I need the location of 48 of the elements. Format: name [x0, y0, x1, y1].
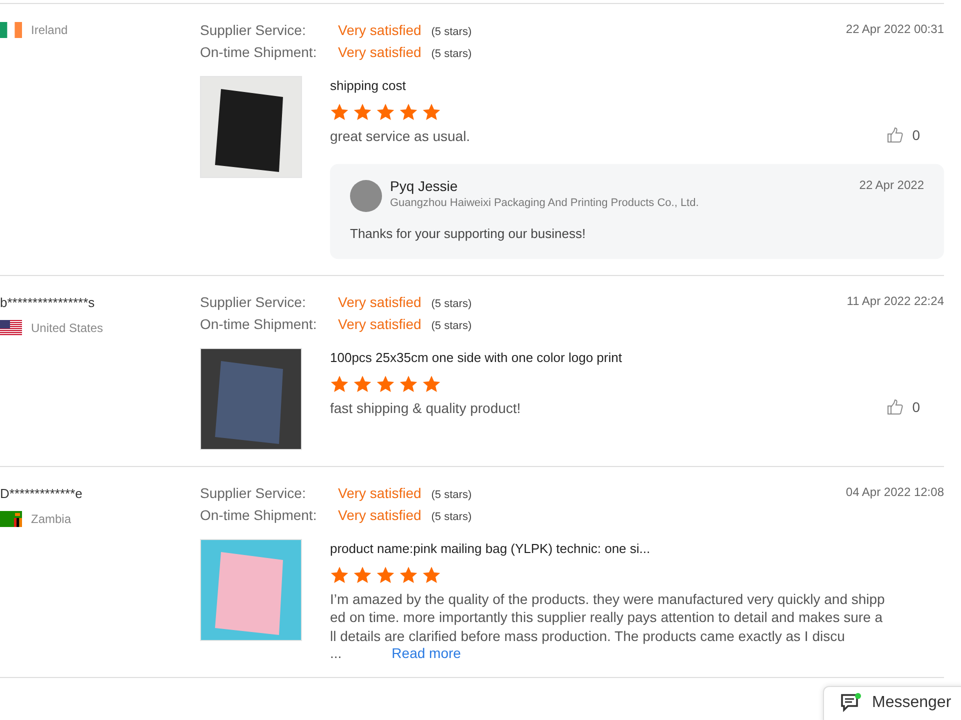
buyer-name: D*************e	[0, 484, 84, 502]
product-title: shipping cost	[330, 78, 407, 93]
review-date: 11 Apr 2022 22:24	[846, 294, 944, 308]
rating-label: On-time Shipment:	[200, 506, 318, 522]
product-photo[interactable]	[200, 76, 302, 178]
thumbs-up-icon	[887, 398, 904, 414]
rating-verdict: Very satisfied	[338, 506, 422, 522]
buyer-name: b****************s	[0, 294, 96, 312]
read-more-link[interactable]: Read more	[392, 645, 461, 661]
rating-verdict: Very satisfied	[338, 22, 422, 38]
reply-text: Thanks for your supporting our business!	[350, 226, 587, 240]
review-date: 04 Apr 2022 12:08	[846, 484, 944, 498]
rating-stars-note: (5 stars)	[431, 510, 472, 522]
rating-label: Supplier Service:	[200, 294, 307, 310]
like-button[interactable]: 0	[887, 398, 920, 414]
rating-stars-note: (5 stars)	[431, 298, 472, 310]
avatar-icon	[350, 180, 382, 212]
product-title: 100pcs 25x35cm one side with one color logo print	[330, 350, 623, 364]
country-name: United States	[31, 320, 104, 334]
rating-label: On-time Shipment:	[200, 44, 318, 60]
flag-icon	[0, 510, 22, 526]
rating-verdict: Very satisfied	[338, 44, 422, 60]
messenger-button[interactable]: Messenger	[823, 686, 961, 720]
rating-verdict: Very satisfied	[338, 484, 422, 500]
rating-verdict: Very satisfied	[338, 294, 422, 310]
replier-name: Pyq Jessie	[390, 178, 459, 194]
rating-stars-note: (5 stars)	[431, 48, 472, 60]
review-text: I’m amazed by the quality of the products. they were manufactured very quickly and shipped on time. more importantly this supplier really pays attention to detail and makes sure all details are clarified before mass production. The products came exactly as I discu	[330, 590, 885, 645]
product-title: product name:pink mailing bag (YLPK) technic: one si...	[330, 540, 652, 556]
rating-stars-note: (5 stars)	[431, 488, 472, 500]
review-date: 22 Apr 2022 00:31	[846, 22, 944, 36]
rating-label: Supplier Service:	[200, 484, 307, 500]
product-photo[interactable]	[200, 348, 302, 450]
reply-date: 22 Apr 2022	[859, 178, 924, 192]
review-text: great service as usual.	[330, 127, 470, 146]
rating-label: Supplier Service:	[200, 22, 307, 38]
thumbs-up-icon	[887, 127, 904, 143]
rating-verdict: Very satisfied	[338, 316, 422, 332]
country-name: Ireland	[31, 23, 68, 37]
rating-stars-note: (5 stars)	[431, 26, 472, 38]
like-button[interactable]: 0	[887, 127, 920, 143]
country-name: Zambia	[31, 512, 72, 526]
text-ellipsis: ...	[330, 645, 342, 661]
rating-label: On-time Shipment:	[200, 316, 318, 332]
company-name: Guangzhou Haiweixi Packaging And Printing Products Co., Ltd.	[390, 196, 699, 208]
rating-stars-note: (5 stars)	[431, 320, 472, 332]
review-text: fast shipping & quality product!	[330, 398, 521, 417]
chat-icon	[840, 693, 862, 713]
